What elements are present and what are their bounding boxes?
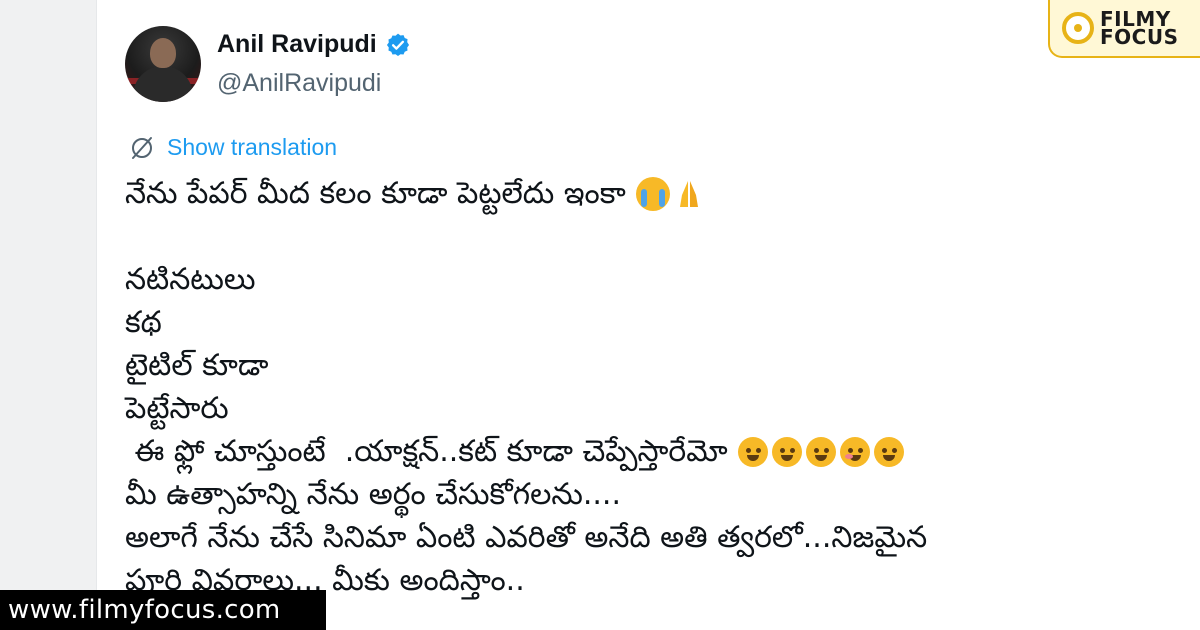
show-translation-link[interactable]: Show translation xyxy=(167,134,337,161)
author-avatar[interactable] xyxy=(125,26,201,102)
tweet-line-9: అలాగే నేను చేసే సినిమా ఏంటి ఎవరితో అనేది… xyxy=(125,520,928,555)
tweet-line-4: కథ xyxy=(125,305,162,340)
emoji-mouth xyxy=(882,454,895,461)
emoji-eye xyxy=(881,447,887,453)
winking-tongue-emoji xyxy=(805,436,836,467)
winking-tongue-emoji xyxy=(737,436,768,467)
emoji-mouth xyxy=(746,454,759,461)
tweet-line-5: టైటిల్ కూడా xyxy=(125,348,269,383)
left-gutter xyxy=(0,0,96,630)
winking-tongue-emoji xyxy=(771,436,802,467)
author-handle[interactable]: @AnilRavipudi xyxy=(217,69,577,98)
site-watermark: www.filmyfocus.com xyxy=(0,590,326,630)
crying-face-emoji xyxy=(635,176,670,211)
author-display-name[interactable]: Anil Ravipudi xyxy=(217,30,377,59)
emoji-eye xyxy=(891,447,897,453)
emoji-eye xyxy=(813,447,819,453)
folded-hands-emoji xyxy=(674,177,704,211)
tweet-line-7: ఈ ఫ్లో చూస్తుంటే .యాక్షన్..కట్ కూడా చెప్… xyxy=(125,430,1165,473)
tweet-line-7-text: ఈ ఫ్లో చూస్తుంటే .యాక్షన్..కట్ కూడా చెప్… xyxy=(125,434,728,469)
name-row: Anil Ravipudi xyxy=(217,30,577,59)
emoji-group xyxy=(737,436,904,467)
translation-row[interactable]: Show translation xyxy=(129,134,337,161)
emoji-mouth xyxy=(814,454,827,461)
emoji-eye xyxy=(779,447,785,453)
avatar-face xyxy=(150,38,176,68)
avatar-body xyxy=(133,66,193,102)
tweet-line-1-text: నేను పేపర్ మీద కలం కూడా పెట్టలేదు ఇంకా xyxy=(125,176,626,211)
brand-line-2: FOCUS xyxy=(1100,25,1179,49)
emoji-eye xyxy=(847,447,853,453)
grinning-squint-emoji xyxy=(873,436,904,467)
smiling-blush-emoji xyxy=(839,436,870,467)
emoji-eye xyxy=(745,447,751,453)
filmyfocus-logo: FILMY FOCUS xyxy=(1048,0,1200,58)
crying-face-tear-left xyxy=(640,188,647,207)
crying-face-tear-right xyxy=(658,188,665,207)
tweet-line-3: నటినటులు xyxy=(125,262,256,297)
emoji-eye xyxy=(755,447,761,453)
emoji-mouth xyxy=(780,454,793,461)
brand-wordmark: FILMY FOCUS xyxy=(1100,9,1179,49)
author-info: Anil Ravipudi @AnilRavipudi xyxy=(217,30,577,98)
tweet-line-8: మీ ఉత్సాహన్ని నేను అర్థం చేసుకోగలను.... xyxy=(125,477,621,512)
emoji-eye xyxy=(789,447,795,453)
film-reel-icon xyxy=(1062,12,1094,44)
verified-badge-icon xyxy=(385,32,411,58)
emoji-eye xyxy=(823,447,829,453)
tweet-text: నేను పేపర్ మీద కలం కూడా పెట్టలేదు ఇంకా న… xyxy=(125,172,1165,602)
emoji-eye xyxy=(857,447,863,453)
tweet-line-6: పెట్టేసారు xyxy=(125,391,229,426)
tweet-card: Anil Ravipudi @AnilRavipudi Show transla… xyxy=(96,0,1200,630)
watermark-text: www.filmyfocus.com xyxy=(8,595,281,625)
emoji-mouth xyxy=(848,454,861,461)
globe-slash-icon xyxy=(129,135,155,161)
tweet-line-1: నేను పేపర్ మీద కలం కూడా పెట్టలేదు ఇంకా xyxy=(125,172,1165,215)
